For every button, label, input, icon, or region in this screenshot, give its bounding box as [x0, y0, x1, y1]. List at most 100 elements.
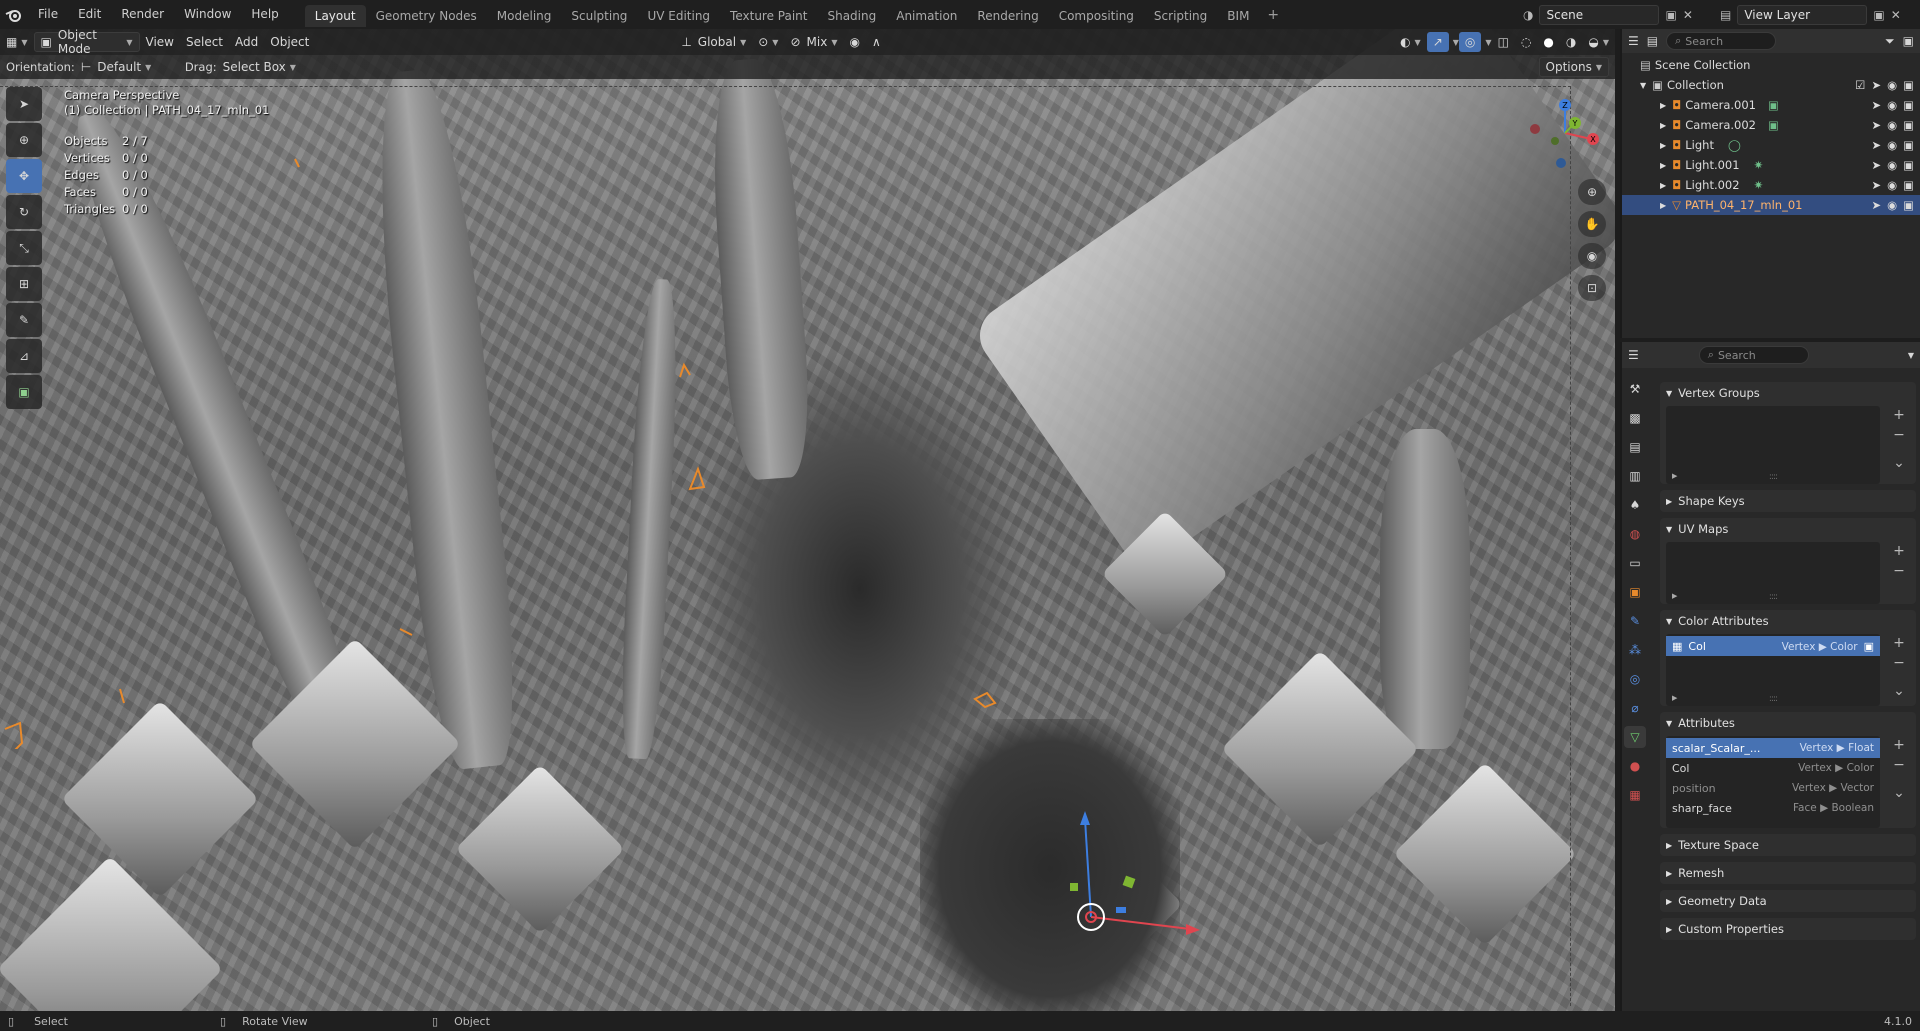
zoom-button[interactable]: ⊕ — [1578, 179, 1606, 205]
xray-button[interactable]: ◫ — [1492, 32, 1515, 52]
select-arrow-icon[interactable]: ➤ — [1871, 138, 1881, 152]
copy-scene-icon[interactable]: ▣ — [1665, 8, 1676, 22]
list-filter-toggle-icon[interactable]: ▶ — [1672, 592, 1677, 600]
transform-orientation-dropdown[interactable]: ⊥ Global ▼ — [675, 32, 752, 52]
expand-chevron-icon[interactable]: ▶ — [1660, 161, 1666, 170]
remove-vertex-group-button[interactable]: − — [1888, 426, 1910, 444]
tab-tool[interactable]: ⚒ — [1624, 378, 1646, 400]
expand-chevron-icon[interactable]: ▶ — [1660, 181, 1666, 190]
resize-grip-icon[interactable]: :::: — [1769, 472, 1778, 482]
blender-logo-icon[interactable] — [0, 0, 28, 29]
render-camera-icon[interactable]: ▣ — [1864, 640, 1874, 653]
remove-attribute-button[interactable]: − — [1888, 756, 1910, 774]
color-attributes-list[interactable]: ▦ Col Vertex ▶ Color ▣ + − ⌄ ▶ :::: — [1666, 634, 1905, 706]
gizmo-toggle-button[interactable]: ↗ — [1426, 32, 1449, 52]
measure-tool[interactable]: ⊿ — [6, 339, 42, 373]
menu-add[interactable]: Add — [229, 32, 264, 52]
select-arrow-icon[interactable]: ➤ — [1871, 178, 1881, 192]
resize-grip-icon[interactable]: :::: — [1769, 592, 1778, 602]
menu-object[interactable]: Object — [264, 32, 315, 52]
tab-bim[interactable]: BIM — [1217, 5, 1259, 27]
remesh-header[interactable]: ▶ Remesh — [1660, 862, 1916, 884]
move-tool[interactable]: ✥ — [6, 159, 42, 193]
eye-icon[interactable]: ◉ — [1887, 138, 1897, 152]
color-attributes-header[interactable]: ▼ Color Attributes — [1660, 610, 1916, 632]
outliner-item[interactable]: ▶ ◘ Camera.002 ▣ ➤ ◉ ▣ — [1622, 115, 1920, 135]
tab-particles[interactable]: ⁂ — [1624, 639, 1646, 661]
attribute-row[interactable]: sharp_face Face ▶ Boolean — [1666, 798, 1880, 818]
editor-type-button[interactable]: ▦ ▼ — [0, 32, 34, 52]
checkbox-icon[interactable]: ☑ — [1855, 78, 1865, 92]
select-box-tool[interactable]: ➤ — [6, 87, 42, 121]
scene-name-field[interactable]: Scene — [1539, 5, 1660, 25]
outliner-item[interactable]: ▶ ◘ Light.002 ✷ ➤ ◉ ▣ — [1622, 175, 1920, 195]
outliner-editor-icon[interactable]: ☰ — [1628, 34, 1639, 48]
new-collection-icon[interactable]: ▣ — [1903, 34, 1914, 48]
tab-physics[interactable]: ◎ — [1624, 668, 1646, 690]
menu-window[interactable]: Window — [174, 0, 241, 29]
filter-icon[interactable]: ⏷ — [1885, 34, 1895, 49]
eye-icon[interactable]: ◉ — [1887, 178, 1897, 192]
tab-modeling[interactable]: Modeling — [487, 5, 562, 27]
attributes-header[interactable]: ▼ Attributes — [1660, 712, 1916, 734]
tab-material[interactable]: ● — [1624, 755, 1646, 777]
tab-modifiers[interactable]: ✎ — [1624, 610, 1646, 632]
rendered-shading-button[interactable]: ◒ ▼ — [1582, 32, 1615, 52]
camera-view-button[interactable]: ◉ — [1578, 243, 1606, 269]
collection-row[interactable]: ▼ ▣ Collection ☑ ➤ ◉ ▣ — [1622, 75, 1920, 95]
color-attribute-row[interactable]: ▦ Col Vertex ▶ Color ▣ — [1666, 636, 1880, 656]
eye-icon[interactable]: ◉ — [1887, 198, 1897, 212]
eye-icon[interactable]: ◉ — [1887, 98, 1897, 112]
outliner-search-input[interactable]: ⌕ Search — [1666, 32, 1777, 50]
view-layer-name-field[interactable]: View Layer — [1737, 5, 1868, 25]
add-cube-tool[interactable]: ▣ — [6, 375, 42, 409]
copy-view-layer-icon[interactable]: ▣ — [1873, 8, 1884, 22]
add-uv-map-button[interactable]: + — [1888, 542, 1910, 560]
tab-scene[interactable]: ♠ — [1624, 494, 1646, 516]
uv-maps-list[interactable]: + − ▶ :::: — [1666, 542, 1905, 604]
select-arrow-icon[interactable]: ➤ — [1871, 158, 1881, 172]
rotate-tool[interactable]: ↻ — [6, 195, 42, 229]
list-filter-toggle-icon[interactable]: ▶ — [1672, 694, 1677, 702]
tab-output[interactable]: ▤ — [1624, 436, 1646, 458]
scene-selector[interactable]: ◑ Scene ▣ ✕ — [1523, 4, 1703, 26]
list-filter-toggle-icon[interactable]: ▶ — [1672, 472, 1677, 480]
camera-render-icon[interactable]: ▣ — [1903, 178, 1914, 192]
cursor-tool[interactable]: ⊕ — [6, 123, 42, 157]
tab-collection[interactable]: ▭ — [1624, 552, 1646, 574]
tab-rendering[interactable]: Rendering — [967, 5, 1048, 27]
falloff-button[interactable]: ∧ — [866, 32, 887, 52]
snap-dropdown[interactable]: ⊘ Mix ▼ — [784, 32, 843, 52]
camera-render-icon[interactable]: ▣ — [1903, 138, 1914, 152]
transform-gizmo[interactable] — [1040, 789, 1220, 939]
eye-icon[interactable]: ◉ — [1887, 78, 1897, 92]
options-dropdown[interactable]: Options ▼ — [1538, 57, 1609, 77]
attribute-menu-button[interactable]: ⌄ — [1888, 784, 1910, 802]
add-workspace-button[interactable]: + — [1259, 7, 1287, 23]
remove-uv-map-button[interactable]: − — [1888, 562, 1910, 580]
attribute-row[interactable]: scalar_Scalar_... Vertex ▶ Float — [1666, 738, 1880, 758]
view-layer-selector[interactable]: ▤ View Layer ▣ ✕ — [1720, 4, 1920, 26]
tab-view-layer[interactable]: ▥ — [1624, 465, 1646, 487]
chevron-down-icon[interactable]: ▼ — [1908, 351, 1914, 360]
select-arrow-icon[interactable]: ➤ — [1871, 118, 1881, 132]
expand-chevron-icon[interactable]: ▶ — [1660, 101, 1666, 110]
camera-render-icon[interactable]: ▣ — [1903, 118, 1914, 132]
eye-icon[interactable]: ◉ — [1887, 118, 1897, 132]
camera-render-icon[interactable]: ▣ — [1903, 198, 1914, 212]
visibility-button[interactable]: ◐ ▼ — [1394, 32, 1427, 52]
menu-help[interactable]: Help — [241, 0, 288, 29]
uv-maps-header[interactable]: ▼ UV Maps — [1660, 518, 1916, 540]
scene-collection-row[interactable]: ▤ Scene Collection — [1622, 55, 1920, 75]
color-attribute-menu-button[interactable]: ⌄ — [1888, 682, 1910, 700]
solid-shading-button[interactable]: ● — [1537, 32, 1559, 52]
pan-button[interactable]: ✋ — [1578, 211, 1606, 237]
tab-layout[interactable]: Layout — [304, 5, 366, 27]
drag-dropdown[interactable]: Select Box ▼ — [217, 57, 302, 77]
pivot-point-dropdown[interactable]: ⊙ ▼ — [752, 32, 784, 52]
menu-file[interactable]: File — [28, 0, 68, 29]
lock-camera-button[interactable]: ⊡ — [1578, 275, 1606, 301]
shape-keys-header[interactable]: ▶ Shape Keys — [1660, 490, 1916, 512]
select-arrow-icon[interactable]: ➤ — [1871, 198, 1881, 212]
outliner-item-selected[interactable]: ▶ ▽ PATH_04_17_mln_01 ➤ ◉ ▣ — [1622, 195, 1920, 215]
